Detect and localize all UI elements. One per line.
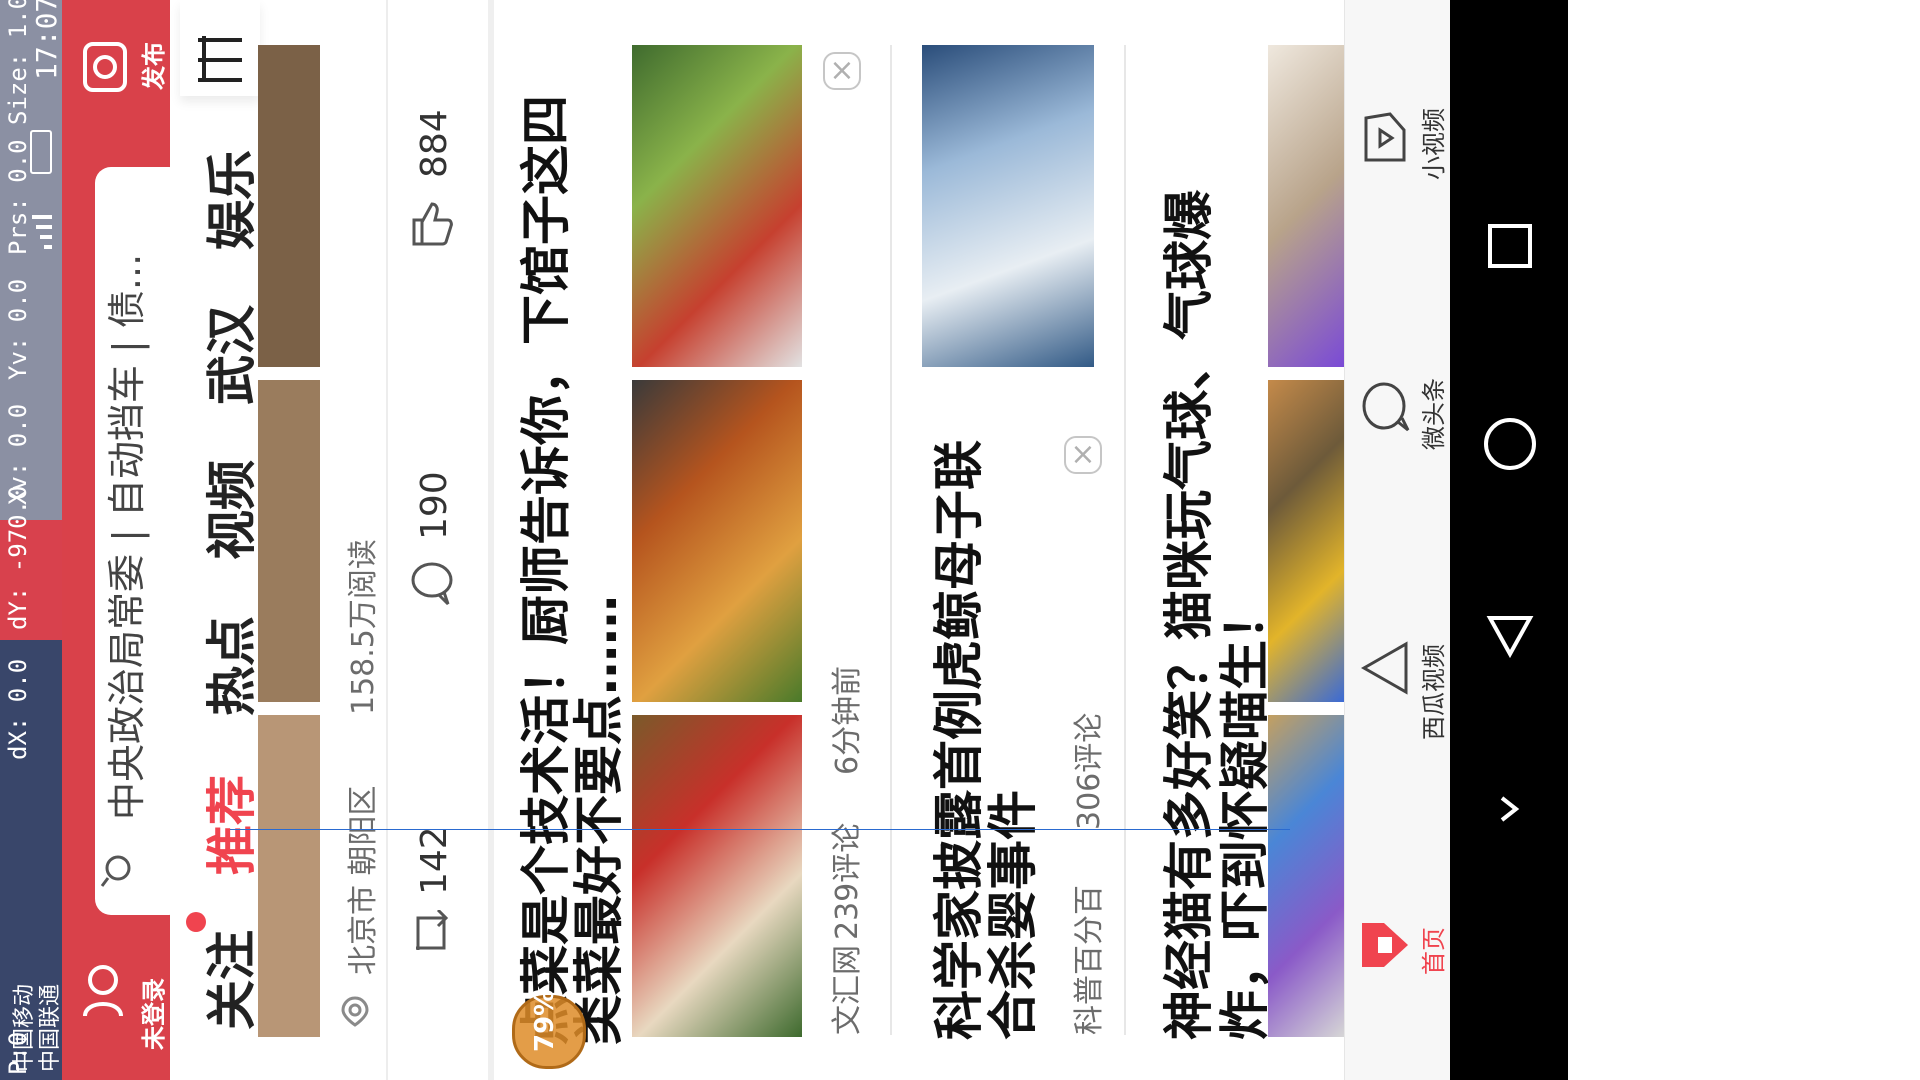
signal-icon — [32, 215, 52, 255]
search-placeholder: 中央政治局常委 | 自动挡车 | 债... — [105, 253, 149, 820]
article-2-title-line2[interactable]: 合杀婴事件 — [982, 790, 1044, 1040]
user-icon[interactable] — [82, 960, 124, 1020]
top-item-comments[interactable]: 190 — [414, 471, 455, 540]
article-3-image-1[interactable] — [1268, 45, 1344, 367]
battery-icon — [30, 130, 52, 174]
status-bar: P:0 dX: 0.0 dY: -970.0 Xv: 0.0 Yv: 0.0 P… — [0, 0, 63, 1080]
article-1-image-2[interactable] — [632, 380, 802, 702]
article-2-comments: 306评论 — [1072, 712, 1107, 830]
dev-prs: Prs: 0.0 — [4, 139, 32, 255]
dev-xv: Xv: 0.0 — [4, 403, 32, 505]
scroll-guide-line — [230, 829, 1290, 830]
camera-icon[interactable] — [82, 36, 128, 94]
chevron-right-icon[interactable] — [1498, 794, 1522, 824]
search-icon — [100, 850, 132, 890]
article-1-image-1[interactable] — [632, 45, 802, 367]
article-1-dismiss-button[interactable]: × — [823, 52, 861, 90]
section-divider — [488, 0, 494, 1080]
clock: 17:07 — [30, 0, 63, 80]
repost-icon[interactable] — [410, 908, 452, 956]
top-item-likes[interactable]: 884 — [414, 109, 455, 178]
tab-hot[interactable]: 热点 — [192, 616, 264, 716]
article-2-image[interactable] — [922, 45, 1094, 367]
top-item-reposts[interactable]: 142 — [414, 826, 455, 895]
top-item-reads: 158.5万阅读 — [346, 539, 381, 715]
top-item-location: 北京市 朝阳区 — [346, 785, 381, 975]
article-1-comments: 239评论 — [830, 822, 865, 940]
top-item-image-1[interactable] — [258, 45, 320, 367]
nav-home-label[interactable]: 首页 — [1414, 927, 1449, 975]
tab-entertainment[interactable]: 娱乐 — [192, 150, 264, 250]
back-icon[interactable] — [1486, 612, 1534, 660]
nav-xigua-label[interactable]: 西瓜视频 — [1414, 644, 1449, 740]
article-1-source: 文汇网 — [830, 945, 865, 1035]
comment-icon[interactable] — [410, 560, 454, 606]
article-2-title-line1[interactable]: 科学家披露首例虎鲸母子联 — [928, 440, 990, 1040]
item-divider — [1124, 45, 1126, 1035]
nav-weitoutiao-label[interactable]: 微头条 — [1414, 378, 1449, 450]
article-3-image-2[interactable] — [1268, 380, 1344, 702]
article-3-image-3[interactable] — [1268, 715, 1344, 1037]
article-1-time: 6分钟前 — [830, 665, 865, 775]
location-icon — [340, 995, 370, 1027]
login-label[interactable]: 未登录 — [134, 978, 169, 1050]
chat-bubble-icon[interactable] — [1360, 380, 1410, 436]
tab-follow[interactable]: 关注 — [192, 930, 264, 1030]
notification-dot — [186, 912, 206, 932]
tab-video[interactable]: 视频 — [192, 460, 264, 560]
dev-yv: Yv: 0.0 — [4, 278, 32, 380]
article-2-source: 科普百分百 — [1072, 885, 1107, 1035]
top-item-image-2[interactable] — [258, 380, 320, 702]
article-3-title-line1[interactable]: 神经猫有多好笑？猫咪玩气球、气球爆 — [1158, 190, 1220, 1040]
article-1-image-3[interactable] — [632, 715, 802, 1037]
carrier-unicom: 中国联通 — [38, 983, 63, 1072]
publish-label[interactable]: 发布 — [134, 42, 169, 90]
dev-size: Size: 1.0 — [4, 0, 32, 125]
tab-recommend[interactable]: 推荐 — [192, 775, 264, 875]
system-navigation-bar — [1450, 0, 1568, 1080]
short-video-icon[interactable] — [1360, 110, 1410, 166]
reading-progress-value: 79% — [530, 989, 560, 1052]
dev-dx: dX: 0.0 — [4, 658, 32, 760]
item-divider — [890, 45, 892, 1035]
channel-menu-button[interactable] — [180, 0, 260, 96]
article-2-dismiss-button[interactable]: × — [1064, 436, 1102, 474]
home-circle-icon[interactable] — [1484, 418, 1536, 470]
home-icon[interactable] — [1360, 915, 1410, 975]
tab-wuhan[interactable]: 武汉 — [192, 305, 264, 405]
top-item-image-3[interactable] — [258, 715, 320, 1037]
like-icon[interactable] — [410, 200, 454, 248]
article-3-title-line2[interactable]: 炸，吓到怀疑喵生！ — [1214, 590, 1276, 1040]
article-1-title-line2[interactable]: 类菜最好不要点…… — [568, 595, 630, 1045]
dev-dy: dY: -970.0 — [4, 485, 32, 631]
nav-short-video-label[interactable]: 小视频 — [1414, 108, 1449, 180]
recent-apps-icon[interactable] — [1488, 224, 1532, 268]
play-triangle-icon[interactable] — [1360, 640, 1410, 696]
